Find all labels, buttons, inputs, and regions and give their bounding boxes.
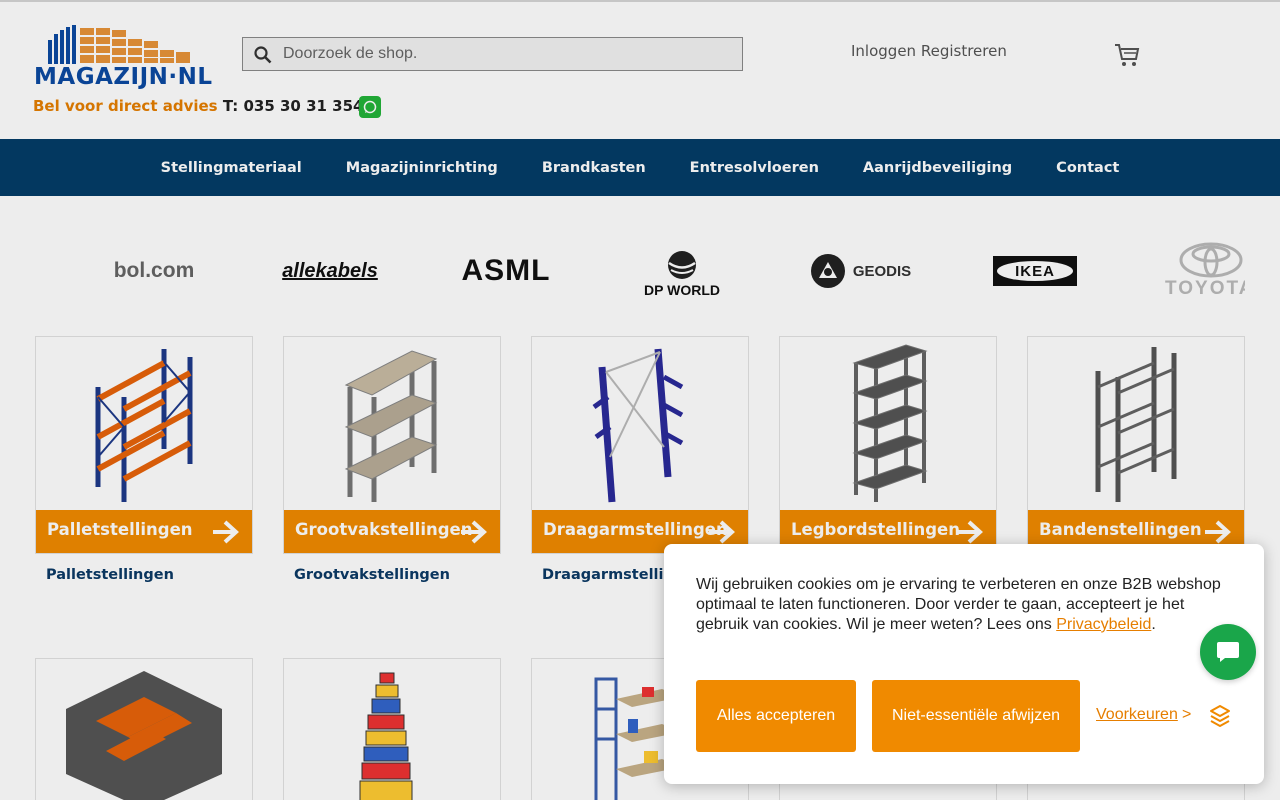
reject-nonessential-button[interactable]: Niet-essentiële afwijzen [872,680,1080,752]
preferences-arrow: > [1182,706,1192,723]
chat-button[interactable] [1200,624,1256,680]
consent-provider-icon [1210,705,1230,727]
cookie-message: Wij gebruiken cookies om je ervaring te … [696,575,1236,635]
privacy-policy-link[interactable]: Privacybeleid [1056,616,1151,633]
preferences-link[interactable]: Voorkeuren [1096,706,1178,724]
cookie-text-end: . [1151,616,1156,633]
chat-bubble-icon [1217,642,1239,662]
accept-all-button[interactable]: Alles accepteren [696,680,856,752]
cookie-banner: Wij gebruiken cookies om je ervaring te … [664,544,1264,784]
